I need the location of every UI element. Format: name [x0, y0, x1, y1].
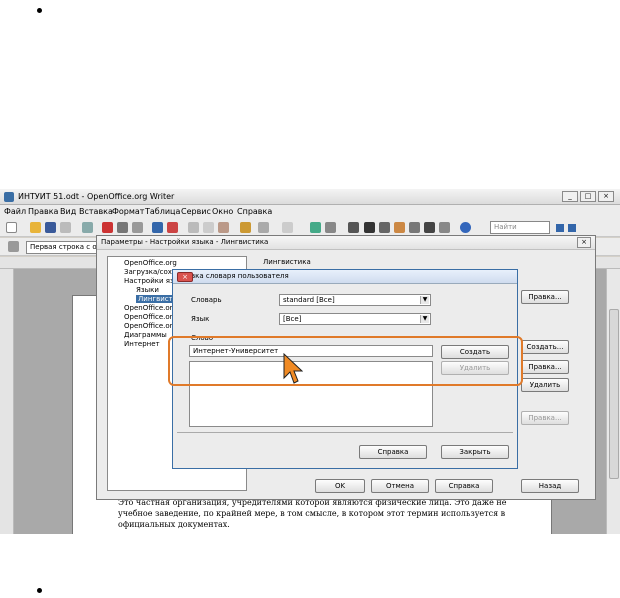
mouse-cursor-icon	[283, 353, 303, 384]
window-titlebar: ИНТУИТ 51.odt - OpenOffice.org Writer _ …	[0, 189, 620, 205]
separator	[177, 432, 513, 433]
edit-modules-button[interactable]: Правка...	[521, 290, 569, 304]
menu-format[interactable]: Формат	[112, 207, 144, 216]
undo-icon[interactable]	[258, 222, 269, 233]
options-dialog-title: Параметры - Настройки языка - Лингвистик…	[101, 238, 269, 246]
dict-help-button[interactable]: Справка	[359, 445, 427, 459]
dict-dialog-title: Правка словаря пользователя	[177, 272, 289, 280]
styles-icon[interactable]	[8, 241, 19, 252]
menu-file[interactable]: Файл	[4, 207, 26, 216]
draw-icon[interactable]	[348, 222, 359, 233]
menu-insert[interactable]: Вставка	[79, 207, 113, 216]
tree-item[interactable]: Языки	[136, 286, 159, 294]
nonprinting-chars-icon[interactable]	[424, 222, 435, 233]
print-icon[interactable]	[117, 222, 128, 233]
save-icon[interactable]	[45, 222, 56, 233]
find-next-icon[interactable]	[556, 224, 564, 232]
table-icon[interactable]	[325, 222, 336, 233]
options-close-button[interactable]: ×	[577, 237, 591, 248]
dict-close-button[interactable]: Закрыть	[441, 445, 509, 459]
ok-button[interactable]: OK	[315, 479, 365, 493]
menu-tools[interactable]: Сервис	[181, 207, 211, 216]
autospell-icon[interactable]	[167, 222, 178, 233]
language-label: Язык	[191, 315, 210, 323]
tree-item[interactable]: OpenOffice.org	[124, 313, 177, 321]
back-button[interactable]: Назад	[521, 479, 579, 493]
new-dictionary-button[interactable]: Создать...	[521, 340, 569, 354]
chevron-down-icon[interactable]: ▼	[420, 296, 429, 304]
close-window-button[interactable]: ×	[598, 191, 614, 202]
edit-options-button[interactable]: Правка...	[521, 411, 569, 425]
vertical-scrollbar[interactable]	[606, 269, 620, 534]
tree-item[interactable]: Диаграммы	[124, 331, 167, 339]
dictionary-label: Словарь	[191, 296, 222, 304]
document-paragraph: Это частная организация, учредителями ко…	[118, 498, 507, 529]
options-dialog-titlebar: Параметры - Настройки языка - Лингвистик…	[97, 236, 595, 250]
menu-help[interactable]: Справка	[237, 207, 272, 216]
paste-icon[interactable]	[218, 222, 229, 233]
help-icon[interactable]	[460, 222, 471, 233]
email-icon[interactable]	[60, 222, 71, 233]
cut-icon[interactable]	[188, 222, 199, 233]
copy-icon[interactable]	[203, 222, 214, 233]
minimize-button[interactable]: _	[562, 191, 578, 202]
edit-mode-icon[interactable]	[82, 222, 93, 233]
cancel-button[interactable]: Отмена	[371, 479, 429, 493]
help-button[interactable]: Справка	[435, 479, 493, 493]
section-title: Лингвистика	[263, 258, 311, 266]
tree-item[interactable]: OpenOffice.org	[124, 322, 177, 330]
find-prev-icon[interactable]	[568, 224, 576, 232]
chevron-down-icon[interactable]: ▼	[420, 315, 429, 323]
dictionary-select[interactable]: standard [Все] ▼	[279, 294, 431, 306]
dict-dialog-titlebar: Правка словаря пользователя ×	[173, 270, 517, 284]
menu-bar: Файл Правка Вид Вставка Формат Таблица С…	[0, 205, 620, 219]
gallery-icon[interactable]	[394, 222, 405, 233]
menu-table[interactable]: Таблица	[145, 207, 180, 216]
menu-window[interactable]: Окно	[212, 207, 233, 216]
tree-item[interactable]: Настройки язы	[124, 277, 179, 285]
tree-item[interactable]: Интернет	[124, 340, 160, 348]
spellcheck-icon[interactable]	[152, 222, 163, 233]
dict-close-icon[interactable]: ×	[177, 272, 193, 282]
bullet-top	[37, 8, 42, 13]
tree-item[interactable]: OpenOffice.org	[124, 304, 177, 312]
redo-icon[interactable]	[282, 222, 293, 233]
find-input[interactable]: Найти	[490, 221, 550, 234]
menu-view[interactable]: Вид	[60, 207, 76, 216]
datasource-icon[interactable]	[409, 222, 420, 233]
writer-app-icon	[4, 192, 14, 202]
delete-dictionary-button[interactable]: Удалить	[521, 378, 569, 392]
edit-dictionary-button[interactable]: Правка...	[521, 360, 569, 374]
hyperlink-icon[interactable]	[310, 222, 321, 233]
open-icon[interactable]	[30, 222, 41, 233]
highlight-frame	[168, 336, 523, 386]
find-replace-icon[interactable]	[364, 222, 375, 233]
paragraph-style-select[interactable]: Первая строка с отс	[26, 241, 98, 254]
bullet-bottom	[37, 588, 42, 593]
pdf-icon[interactable]	[102, 222, 113, 233]
window-title: ИНТУИТ 51.odt - OpenOffice.org Writer	[18, 192, 175, 201]
vertical-ruler	[0, 269, 14, 534]
navigator-icon[interactable]	[379, 222, 390, 233]
menu-edit[interactable]: Правка	[28, 207, 58, 216]
format-paintbrush-icon[interactable]	[240, 222, 251, 233]
maximize-button[interactable]: □	[580, 191, 596, 202]
language-value: [Все]	[283, 315, 302, 323]
new-icon[interactable]	[6, 222, 17, 233]
dictionary-value: standard [Все]	[283, 296, 335, 304]
preview-icon[interactable]	[132, 222, 143, 233]
scrollbar-thumb[interactable]	[609, 309, 619, 479]
tree-item[interactable]: OpenOffice.org	[124, 259, 177, 267]
zoom-icon[interactable]	[439, 222, 450, 233]
language-select[interactable]: [Все] ▼	[279, 313, 431, 325]
